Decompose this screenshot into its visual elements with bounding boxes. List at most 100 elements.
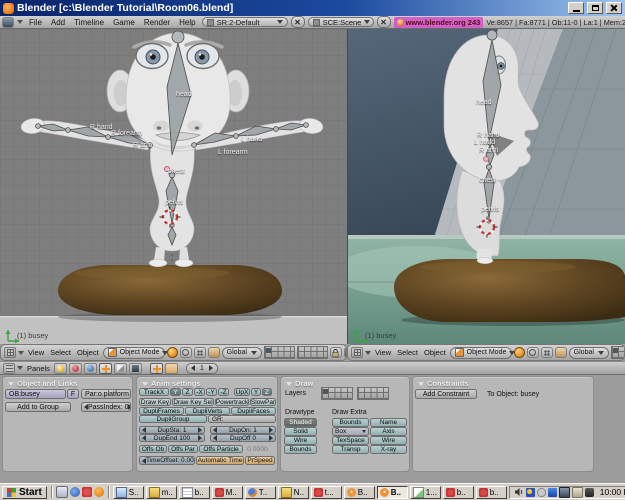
add-constraint-button[interactable]: Add Constraint [415, 389, 477, 399]
transform-orientation-selector[interactable]: Global [221, 346, 262, 359]
tracky-toggle[interactable]: Y [170, 388, 181, 396]
taskbar-clock[interactable]: 10:00 PM [600, 487, 625, 497]
network-icon[interactable] [525, 487, 535, 497]
pass-index-stepper[interactable]: PassIndex: 0 [81, 402, 131, 412]
frame-prev-icon[interactable] [190, 365, 195, 371]
task-button-blender2-active[interactable]: B.. [376, 485, 408, 499]
quicklaunch-app-icon[interactable] [81, 487, 92, 497]
trackx-toggle[interactable]: TrackX [139, 388, 169, 396]
increment-icon[interactable] [197, 435, 202, 441]
drawtype-wire-button[interactable]: Wire [284, 436, 317, 445]
manipulator-hand-button[interactable] [554, 347, 567, 358]
frame-counter[interactable]: 1 [185, 362, 218, 374]
quicklaunch-browser-icon[interactable] [69, 487, 80, 497]
dupoff-stepper[interactable]: DupOff 0 [210, 434, 276, 442]
track-negy-toggle[interactable]: -Y [206, 388, 217, 396]
mode-selector[interactable]: Object Mode [449, 346, 516, 359]
panel-title[interactable]: Draw [286, 379, 313, 388]
task-button-editor[interactable]: 1... [409, 485, 441, 499]
panels-menu[interactable]: Panels [25, 364, 52, 373]
layer-buttons-group2[interactable] [357, 387, 389, 400]
track-negz-toggle[interactable]: -Z [218, 388, 229, 396]
upz-toggle[interactable]: Z [262, 388, 272, 396]
task-button-app[interactable]: M.. [211, 485, 243, 499]
shading-world-button[interactable] [83, 362, 97, 374]
volume-icon[interactable] [514, 487, 524, 497]
printer-icon[interactable] [571, 486, 583, 498]
task-button-folder[interactable]: m.. [145, 485, 177, 499]
panel-title[interactable]: Object and Links [8, 379, 77, 388]
ob-name-field[interactable]: OB:busey [5, 389, 66, 399]
wire-toggle[interactable]: Wire [370, 436, 407, 445]
panel-title[interactable]: Anim settings [142, 379, 201, 388]
messenger-icon[interactable] [547, 487, 557, 497]
menu-object[interactable]: Object [422, 348, 448, 357]
offs-particle-toggle[interactable]: Offs Particle [199, 445, 243, 453]
maximize-button[interactable] [587, 2, 603, 14]
decrement-icon[interactable] [213, 435, 217, 441]
editor-type-button[interactable] [3, 362, 15, 374]
group-field[interactable]: GR: [208, 415, 276, 423]
offs-par-toggle[interactable]: Offs Par [168, 445, 198, 453]
name-toggle[interactable]: Name [370, 418, 407, 427]
bounds-type-selector[interactable]: Box [332, 427, 369, 436]
editor-type-button[interactable] [4, 347, 16, 358]
lock-layers-button[interactable] [329, 347, 342, 358]
viewport-front-canvas[interactable] [0, 29, 347, 344]
prspeed-button[interactable]: PrSpeed [245, 456, 275, 465]
drawtype-shaded-button[interactable]: Shaded [284, 418, 317, 427]
manipulator-hand-button[interactable] [207, 347, 220, 358]
close-button[interactable] [606, 2, 622, 14]
viewport-shading-button[interactable] [513, 347, 525, 358]
editing-buttons-button[interactable] [113, 362, 127, 374]
panel-title[interactable]: Constraints [418, 379, 469, 388]
collapse-menu-icon[interactable] [17, 20, 23, 24]
dupon-stepper[interactable]: DupOn: 1 [210, 426, 276, 434]
task-button-search[interactable]: S.. [112, 485, 144, 499]
object-buttons-button[interactable] [98, 362, 112, 374]
track-negx-toggle[interactable]: -X [194, 388, 205, 396]
axis-toggle[interactable]: Axis [370, 427, 407, 436]
menu-help[interactable]: Help [176, 18, 198, 27]
viewport-side[interactable]: head R hand L hand R arm chest pelvis (1… [347, 29, 625, 344]
parent-field[interactable]: Par:o.platform [81, 389, 131, 399]
dupliframes-toggle[interactable]: DupliFrames [139, 407, 184, 415]
title-bar[interactable]: Blender [c:\Blender Tutorial\Room06.blen… [0, 0, 625, 16]
dupsta-stepper[interactable]: DupSta: 1 [139, 426, 205, 434]
display-icon[interactable] [558, 486, 570, 498]
editor-type-button[interactable] [351, 347, 363, 358]
drawtype-solid-button[interactable]: Solid [284, 427, 317, 436]
start-button[interactable]: Start [2, 485, 47, 499]
transform-orientation-selector[interactable]: Global [568, 346, 609, 359]
quicklaunch-mail-icon[interactable] [55, 486, 68, 498]
menu-select[interactable]: Select [48, 348, 73, 357]
camera-icon[interactable] [584, 487, 594, 497]
decrement-icon[interactable] [213, 427, 217, 433]
physics-buttons-button[interactable] [149, 362, 163, 374]
menu-add[interactable]: Add [48, 18, 68, 27]
menu-select[interactable]: Select [395, 348, 420, 357]
decrement-icon[interactable] [142, 427, 146, 433]
task-button-app4[interactable]: b.. [475, 485, 507, 499]
powertrack-toggle[interactable]: Powertrack [215, 398, 249, 406]
slowpar-toggle[interactable]: SlowPar [250, 398, 276, 406]
menu-file[interactable]: File [26, 18, 45, 27]
extra-bounds-toggle[interactable]: Bounds [332, 418, 369, 427]
collapse-menu-icon[interactable] [18, 350, 24, 355]
offs-ob-toggle[interactable]: Offs Ob [139, 445, 167, 453]
fake-user-button[interactable]: F [67, 389, 79, 399]
increment-icon[interactable] [268, 427, 273, 433]
shading-material-button[interactable] [68, 362, 82, 374]
texspace-toggle[interactable]: TexSpace [332, 436, 369, 445]
quicklaunch-desktop-icon[interactable] [93, 487, 104, 497]
layer-buttons-group1[interactable] [610, 346, 624, 359]
screen-delete-button[interactable] [290, 16, 305, 28]
timeoffset-stepper[interactable]: TimeOffset: 0.00 [139, 456, 195, 465]
viewport-shading-button[interactable] [166, 347, 178, 358]
task-button-app3[interactable]: b.. [442, 485, 474, 499]
menu-game[interactable]: Game [110, 18, 138, 27]
update-icon[interactable] [536, 487, 546, 497]
layer-buttons-group1[interactable] [321, 387, 353, 400]
task-button-app2[interactable]: t... [310, 485, 342, 499]
viewport-front[interactable]: head R hand R forearm R arm L forearm L … [0, 29, 347, 344]
